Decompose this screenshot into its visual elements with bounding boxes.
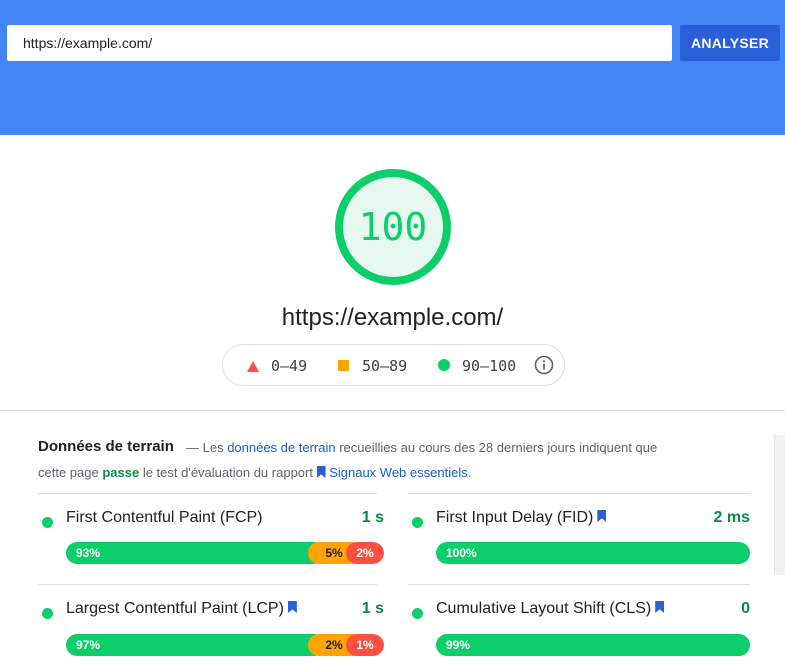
separator [38, 493, 377, 494]
bookmark-icon [655, 601, 665, 613]
legend-pass-label: 90–100 [462, 357, 517, 375]
legend-fail-label: 0–49 [271, 357, 308, 375]
metric-name-text: Cumulative Layout Shift (CLS) [436, 600, 652, 617]
desc-prefix: — Les [186, 440, 228, 455]
metric-value: 1 s [361, 509, 384, 526]
page-url: https://example.com/ [281, 304, 504, 331]
scrollbar[interactable] [774, 435, 785, 575]
url-input[interactable] [7, 25, 672, 61]
legend-pass: 90–100 [438, 357, 516, 375]
legend-average-label: 50–89 [362, 357, 408, 375]
bookmark-icon [287, 601, 297, 613]
info-icon[interactable] [534, 355, 554, 375]
pass-label: passe [102, 465, 140, 480]
separator [408, 584, 750, 585]
metric-name: First Input Delay (FID) [436, 509, 607, 527]
metric-name: First Contentful Paint (FCP) [66, 509, 263, 526]
separator [408, 493, 750, 494]
metric-value: 2 ms [713, 509, 750, 526]
metric-value: 0 [741, 600, 750, 617]
distribution-bar-lcp: 97% 2% 1% [66, 634, 384, 656]
header-bar: ANALYSER [0, 0, 785, 135]
distribution-bar-cls: 99% [436, 634, 750, 656]
field-data-link[interactable]: données de terrain [227, 440, 335, 455]
legend-fail: 0–49 [247, 357, 307, 375]
core-web-vitals-link[interactable]: Signaux Web essentiels [329, 465, 468, 480]
legend-average: 50–89 [338, 357, 407, 375]
field-data-description: — Les données de terrain recueillies au … [186, 440, 657, 455]
desc-line2-start: cette page [38, 465, 103, 480]
separator [38, 584, 377, 585]
metric-name: Cumulative Layout Shift (CLS) [436, 600, 665, 618]
desc-mid: recueillies au cours des 28 derniers jou… [335, 440, 658, 455]
section-divider [0, 410, 785, 411]
triangle-icon [247, 361, 259, 372]
metric-name: Largest Contentful Paint (LCP) [66, 600, 297, 618]
distribution-bar-fid: 100% [436, 542, 750, 564]
score-legend: 0–49 50–89 90–100 [222, 344, 565, 386]
metric-name-text: First Input Delay (FID) [436, 509, 594, 526]
segment-poor: 2% [346, 542, 384, 564]
pass-circle-icon [42, 608, 53, 619]
bookmark-icon [316, 466, 326, 478]
desc-end: . [467, 465, 472, 480]
pass-circle-icon [412, 517, 423, 528]
segment-good: 100% [436, 542, 750, 564]
field-data-title: Données de terrain [38, 438, 174, 455]
field-data-description-line2: cette page passe le test d'évaluation du… [38, 465, 471, 480]
pass-circle-icon [42, 517, 53, 528]
analyze-button[interactable]: ANALYSER [680, 25, 780, 61]
distribution-bar-fcp: 93% 5% 2% [66, 542, 384, 564]
bookmark-icon [597, 510, 607, 522]
score-value: 100 [358, 205, 428, 249]
desc-line2-mid: le test d'évaluation du rapport [139, 465, 317, 480]
square-icon [338, 360, 349, 371]
segment-poor: 1% [346, 634, 384, 656]
segment-good: 97% [66, 634, 316, 656]
segment-good: 93% [66, 542, 316, 564]
pass-circle-icon [412, 608, 423, 619]
metric-value: 1 s [361, 600, 384, 617]
circle-icon [438, 359, 450, 371]
metric-name-text: Largest Contentful Paint (LCP) [66, 600, 284, 617]
segment-good: 99% [436, 634, 750, 656]
